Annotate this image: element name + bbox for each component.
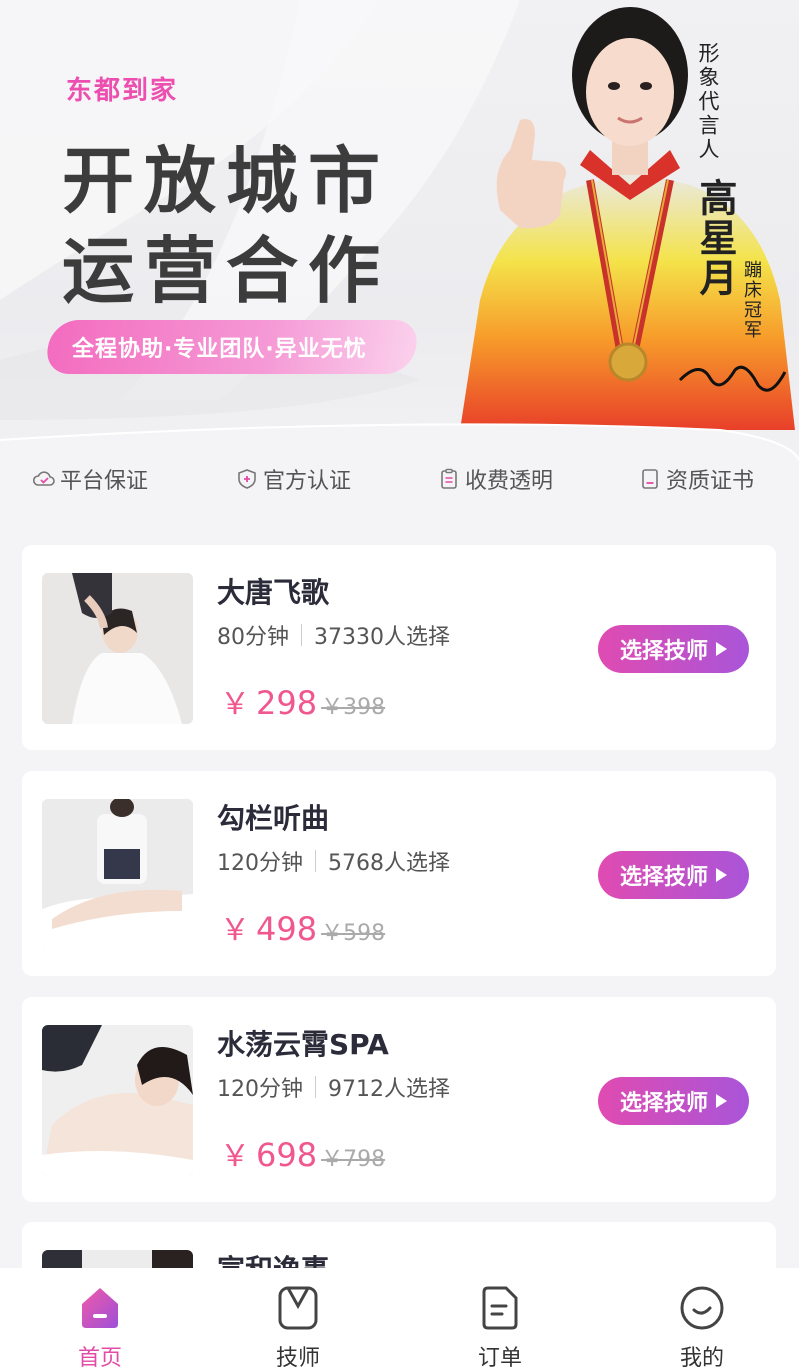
brand-name: 东都到家 bbox=[66, 76, 179, 106]
product-name: 勾栏听曲 bbox=[217, 802, 330, 835]
bottom-tab-bar: 首页 技师 订单 我的 bbox=[0, 1268, 799, 1371]
spokesperson-title: 形象代言人 bbox=[696, 42, 720, 162]
select-technician-button[interactable]: 选择技师 bbox=[598, 851, 749, 899]
play-icon bbox=[716, 868, 727, 882]
select-technician-label: 选择技师 bbox=[619, 639, 708, 664]
play-icon bbox=[716, 1094, 727, 1108]
spokesperson-photo bbox=[460, 7, 795, 430]
product-card[interactable]: 勾栏听曲 120分钟 5768人选择 ￥ 498 ￥598 选择技师 bbox=[22, 771, 776, 976]
guarantee-label: 收费透明 bbox=[465, 469, 554, 494]
banner-headline-line2: 运营合作 bbox=[62, 229, 391, 313]
technician-icon bbox=[278, 1286, 318, 1330]
product-duration: 80分钟 bbox=[217, 625, 289, 650]
product-meta: 120分钟 5768人选择 bbox=[217, 845, 450, 877]
tab-label: 订单 bbox=[477, 1346, 522, 1371]
tab-orders[interactable]: 订单 bbox=[400, 1268, 600, 1371]
original-price: ￥798 bbox=[321, 1147, 386, 1172]
certificate-icon bbox=[642, 469, 658, 489]
tab-technician[interactable]: 技师 bbox=[198, 1268, 398, 1371]
guarantee-certificate: 资质证书 bbox=[638, 456, 754, 502]
select-technician-label: 选择技师 bbox=[619, 1091, 708, 1116]
product-chosen-count: 37330人选择 bbox=[314, 625, 450, 650]
tab-profile[interactable]: 我的 bbox=[602, 1268, 799, 1371]
guarantee-transparent: 收费透明 bbox=[437, 456, 553, 502]
original-price: ￥598 bbox=[321, 921, 386, 946]
spokesperson-name: 高星月 bbox=[693, 178, 737, 298]
cloud-check-icon bbox=[32, 471, 55, 486]
price-value: 698 bbox=[256, 1136, 318, 1174]
product-meta: 120分钟 9712人选择 bbox=[217, 1071, 450, 1103]
product-name: 大唐飞歌 bbox=[217, 576, 330, 609]
product-image bbox=[42, 573, 193, 724]
currency-symbol: ￥ bbox=[220, 1139, 250, 1174]
order-icon bbox=[482, 1286, 518, 1330]
product-card[interactable]: 大唐飞歌 80分钟 37330人选择 ￥ 298 ￥398 选择技师 bbox=[22, 545, 776, 750]
profile-icon bbox=[680, 1286, 724, 1330]
tab-label: 技师 bbox=[275, 1346, 320, 1371]
product-meta: 80分钟 37330人选择 bbox=[217, 619, 450, 651]
product-image bbox=[42, 1025, 193, 1176]
product-price: ￥ 698 ￥798 bbox=[220, 1131, 385, 1175]
guarantee-row: 平台保证 官方认证 收费透明 资质证书 bbox=[0, 456, 799, 502]
promo-banner[interactable]: 东都到家 开放城市 运营合作 全程协助·专业团队·异业无忧 形象代言人 高星月 … bbox=[0, 0, 799, 530]
shield-plus-icon bbox=[238, 469, 256, 489]
product-price: ￥ 498 ￥598 bbox=[220, 905, 385, 949]
product-name: 水荡云霄SPA bbox=[217, 1028, 389, 1061]
home-icon bbox=[82, 1288, 118, 1328]
play-icon bbox=[716, 642, 727, 656]
select-technician-button[interactable]: 选择技师 bbox=[598, 625, 749, 673]
product-image bbox=[42, 799, 193, 950]
product-duration: 120分钟 bbox=[217, 851, 303, 876]
guarantee-platform: 平台保证 bbox=[32, 456, 148, 502]
product-chosen-count: 9712人选择 bbox=[328, 1077, 450, 1102]
original-price: ￥398 bbox=[321, 695, 386, 720]
product-card[interactable]: 水荡云霄SPA 120分钟 9712人选择 ￥ 698 ￥798 选择技师 bbox=[22, 997, 776, 1202]
currency-symbol: ￥ bbox=[220, 687, 250, 722]
clipboard-icon bbox=[441, 468, 457, 489]
select-technician-button[interactable]: 选择技师 bbox=[598, 1077, 749, 1125]
product-price: ￥ 298 ￥398 bbox=[220, 679, 385, 723]
product-chosen-count: 5768人选择 bbox=[328, 851, 450, 876]
price-value: 298 bbox=[256, 684, 318, 722]
guarantee-official: 官方认证 bbox=[235, 456, 351, 502]
meta-divider bbox=[315, 850, 316, 872]
guarantee-label: 资质证书 bbox=[666, 469, 755, 494]
meta-divider bbox=[315, 1076, 316, 1098]
slogan-text: 全程协助·专业团队·异业无忧 bbox=[72, 337, 367, 362]
spokesperson-role: 蹦床冠军 bbox=[741, 260, 762, 340]
tab-label: 首页 bbox=[77, 1346, 122, 1371]
meta-divider bbox=[301, 624, 302, 646]
price-value: 498 bbox=[256, 910, 318, 948]
select-technician-label: 选择技师 bbox=[619, 865, 708, 890]
product-duration: 120分钟 bbox=[217, 1077, 303, 1102]
guarantee-label: 平台保证 bbox=[60, 469, 149, 494]
currency-symbol: ￥ bbox=[220, 913, 250, 948]
guarantee-label: 官方认证 bbox=[263, 469, 352, 494]
tab-home[interactable]: 首页 bbox=[0, 1268, 200, 1371]
tab-label: 我的 bbox=[679, 1346, 724, 1371]
